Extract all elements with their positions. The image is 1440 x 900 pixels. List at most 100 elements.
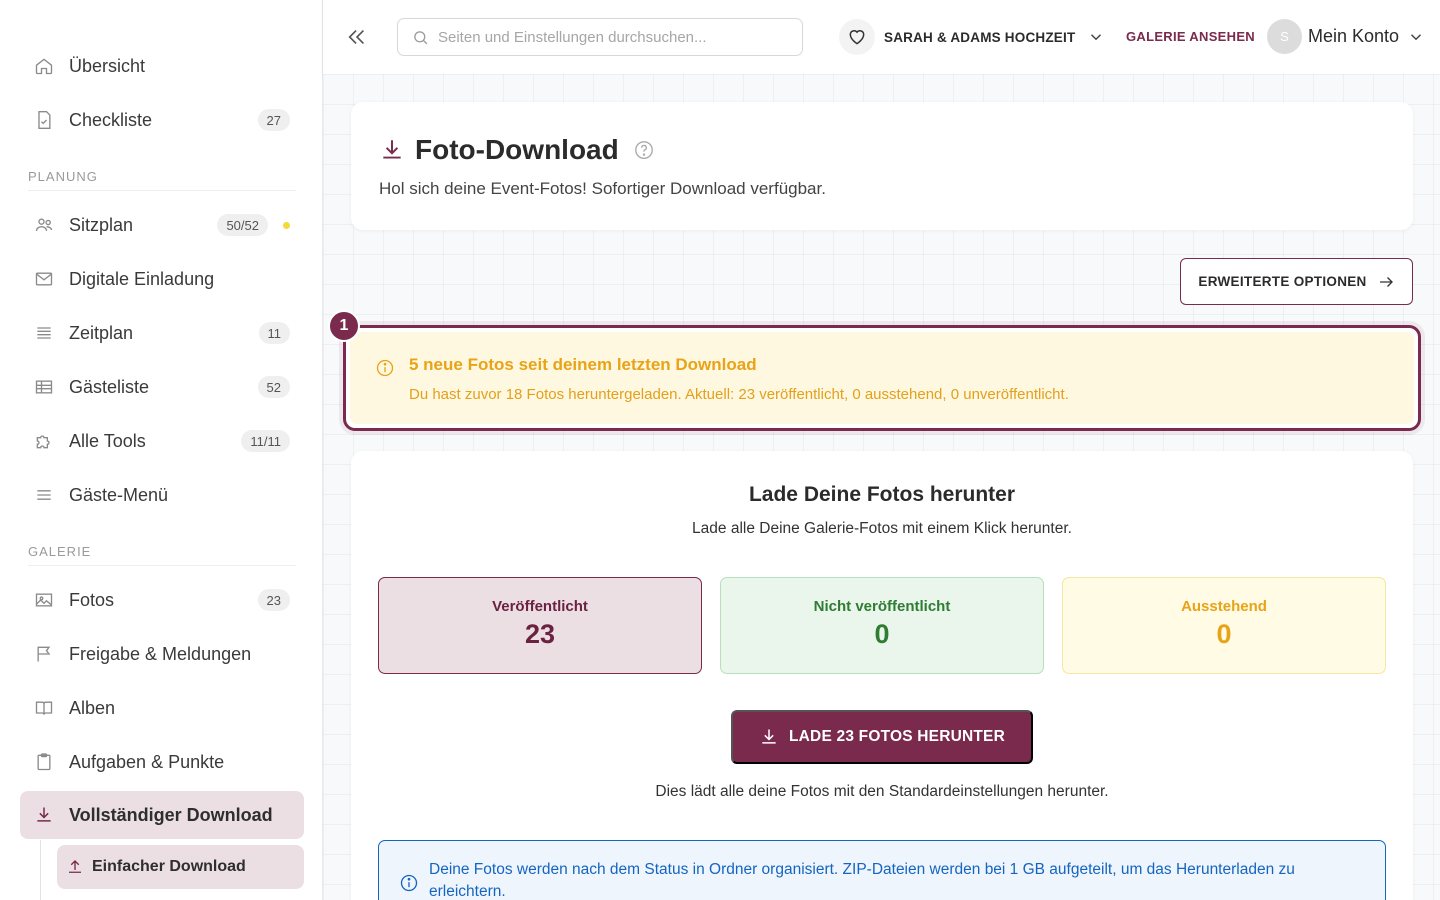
sidebar-item-label: Sitzplan (69, 214, 134, 235)
notice-text: Du hast zuvor 18 Fotos heruntergeladen. … (409, 386, 1069, 403)
sidebar-item-checkliste[interactable]: Checkliste 27 (20, 96, 304, 144)
account-label: Mein Konto (1308, 26, 1400, 46)
mail-icon (33, 268, 55, 290)
stat-label: Nicht veröffentlicht (813, 598, 951, 615)
clipboard-icon (33, 751, 55, 773)
stat-label: Ausstehend (1181, 598, 1267, 615)
download-card: Lade Deine Fotos herunter Lade alle Dein… (351, 451, 1413, 900)
section-header-galerie: GALERIE (28, 544, 296, 566)
sidebar-item-gaesteliste[interactable]: Gästeliste 52 (20, 363, 304, 411)
sidebar-item-aufgaben[interactable]: Aufgaben & Punkte (20, 738, 304, 786)
sidebar-item-label: Zeitplan (69, 322, 134, 343)
sidebar-item-label: Gästeliste (69, 376, 150, 397)
info-text: Deine Fotos werden nach dem Status in Or… (429, 861, 1295, 900)
step-badge: 1 (328, 310, 360, 342)
info-box: Deine Fotos werden nach dem Status in Or… (378, 840, 1386, 900)
sidebar-subitem-einfacher-download[interactable]: Einfacher Download (57, 845, 304, 889)
page-header-card: Foto-Download Hol sich deine Event-Fotos… (351, 102, 1413, 230)
sidebar-item-uebersicht[interactable]: Übersicht (20, 42, 304, 90)
search-icon (414, 30, 428, 44)
download-icon (33, 804, 55, 826)
count-badge: 23 (257, 589, 290, 611)
sidebar-item-sitzplan[interactable]: Sitzplan 50/52 (20, 201, 304, 249)
arrow-right-icon (1377, 273, 1395, 291)
book-icon (33, 697, 55, 719)
download-icon (379, 137, 405, 163)
stat-value: 0 (874, 619, 890, 649)
sidebar-item-label: Übersicht (69, 55, 146, 76)
menu-icon (33, 484, 55, 506)
sidebar-item-label: Aufgaben & Punkte (69, 751, 225, 772)
sidebar-item-label: Checkliste (69, 109, 153, 130)
puzzle-icon (33, 430, 55, 452)
info-icon (399, 873, 419, 893)
list-icon (33, 322, 55, 344)
section-header-planung: PLANUNG (28, 169, 296, 191)
sidebar-item-gaeste-menue[interactable]: Gäste-Menü (20, 471, 304, 519)
stat-unpublished: Nicht veröffentlicht 0 (720, 577, 1044, 674)
checklist-icon (33, 109, 55, 131)
sidebar-item-label: Alle Tools (69, 430, 146, 451)
account-menu[interactable]: S Mein Konto (1267, 19, 1425, 54)
status-dot (283, 221, 290, 229)
stat-value: 0 (1216, 619, 1232, 649)
sidebar-item-freigabe[interactable]: Freigabe & Meldungen (20, 630, 304, 678)
notice-title: 5 neue Fotos seit deinem letzten Downloa… (409, 355, 757, 374)
download-button-label: LADE 23 FOTOS HERUNTER (789, 728, 1005, 745)
chevron-down-icon (1087, 28, 1105, 46)
count-badge: 52 (257, 376, 290, 398)
sidebar-subitem-label: Einfacher Download (92, 858, 246, 875)
sidebar-item-alben[interactable]: Alben (20, 684, 304, 732)
sub-nav-line (40, 840, 41, 900)
home-icon (33, 55, 55, 77)
stat-value: 23 (524, 619, 556, 649)
count-badge: 11 (258, 322, 290, 344)
table-icon (33, 376, 55, 398)
download-photos-button[interactable]: LADE 23 FOTOS HERUNTER (731, 710, 1033, 764)
sidebar-item-zeitplan[interactable]: Zeitplan 11 (20, 309, 304, 357)
avatar: S (1267, 19, 1302, 54)
stat-published: Veröffentlicht 23 (378, 577, 702, 674)
help-icon[interactable] (633, 139, 655, 161)
view-gallery-link[interactable]: GALERIE ANSEHEN (1126, 29, 1255, 44)
top-bar: SARAH & ADAMS HOCHZEIT GALERIE ANSEHEN S… (323, 0, 1440, 74)
search-input[interactable] (438, 28, 778, 46)
collapse-sidebar-button[interactable] (343, 22, 371, 52)
count-badge: 27 (257, 109, 290, 131)
event-name: SARAH & ADAMS HOCHZEIT (884, 29, 1076, 45)
sidebar-item-label: Digitale Einladung (69, 268, 215, 289)
count-badge: 50/52 (217, 214, 268, 236)
users-icon (33, 214, 55, 236)
info-icon (375, 358, 395, 378)
sidebar-item-alle-tools[interactable]: Alle Tools 11/11 (20, 417, 304, 465)
count-badge: 11/11 (241, 430, 290, 452)
page-subtitle: Hol sich deine Event-Fotos! Sofortiger D… (379, 179, 826, 198)
download-icon (759, 727, 779, 747)
sidebar-item-vollstaendiger-download[interactable]: Vollständiger Download (20, 791, 304, 839)
sidebar-item-label: Fotos (69, 589, 115, 610)
sidebar-item-fotos[interactable]: Fotos 23 (20, 576, 304, 624)
heart-icon (839, 19, 875, 55)
image-icon (33, 589, 55, 611)
sidebar-item-label: Freigabe & Meldungen (69, 643, 252, 664)
new-photos-notice: 5 neue Fotos seit deinem letzten Downloa… (343, 325, 1421, 431)
sidebar-item-digitale-einladung[interactable]: Digitale Einladung (20, 255, 304, 303)
download-title: Lade Deine Fotos herunter (748, 483, 1016, 506)
stat-pending: Ausstehend 0 (1062, 577, 1386, 674)
download-subtitle: Lade alle Deine Galerie-Fotos mit einem … (692, 520, 1072, 537)
sidebar-item-label: Vollständiger Download (69, 804, 273, 825)
stat-label: Veröffentlicht (492, 598, 588, 615)
event-selector[interactable]: SARAH & ADAMS HOCHZEIT (839, 18, 1105, 56)
download-note: Dies lädt alle deine Fotos mit den Stand… (655, 783, 1109, 800)
flag-icon (33, 643, 55, 665)
sidebar-item-label: Alben (69, 697, 116, 718)
chevrons-left-icon (348, 29, 365, 45)
advanced-options-button[interactable]: ERWEITERTE OPTIONEN (1180, 258, 1413, 305)
page-title: Foto-Download (415, 134, 619, 165)
search-box[interactable] (397, 18, 803, 56)
upload-icon (66, 858, 84, 876)
chevron-down-icon (1407, 28, 1425, 46)
sidebar: Übersicht Checkliste 27 PLANUNG Sitzplan… (0, 0, 323, 900)
advanced-options-label: ERWEITERTE OPTIONEN (1198, 274, 1367, 289)
sidebar-item-label: Gäste-Menü (69, 484, 169, 505)
